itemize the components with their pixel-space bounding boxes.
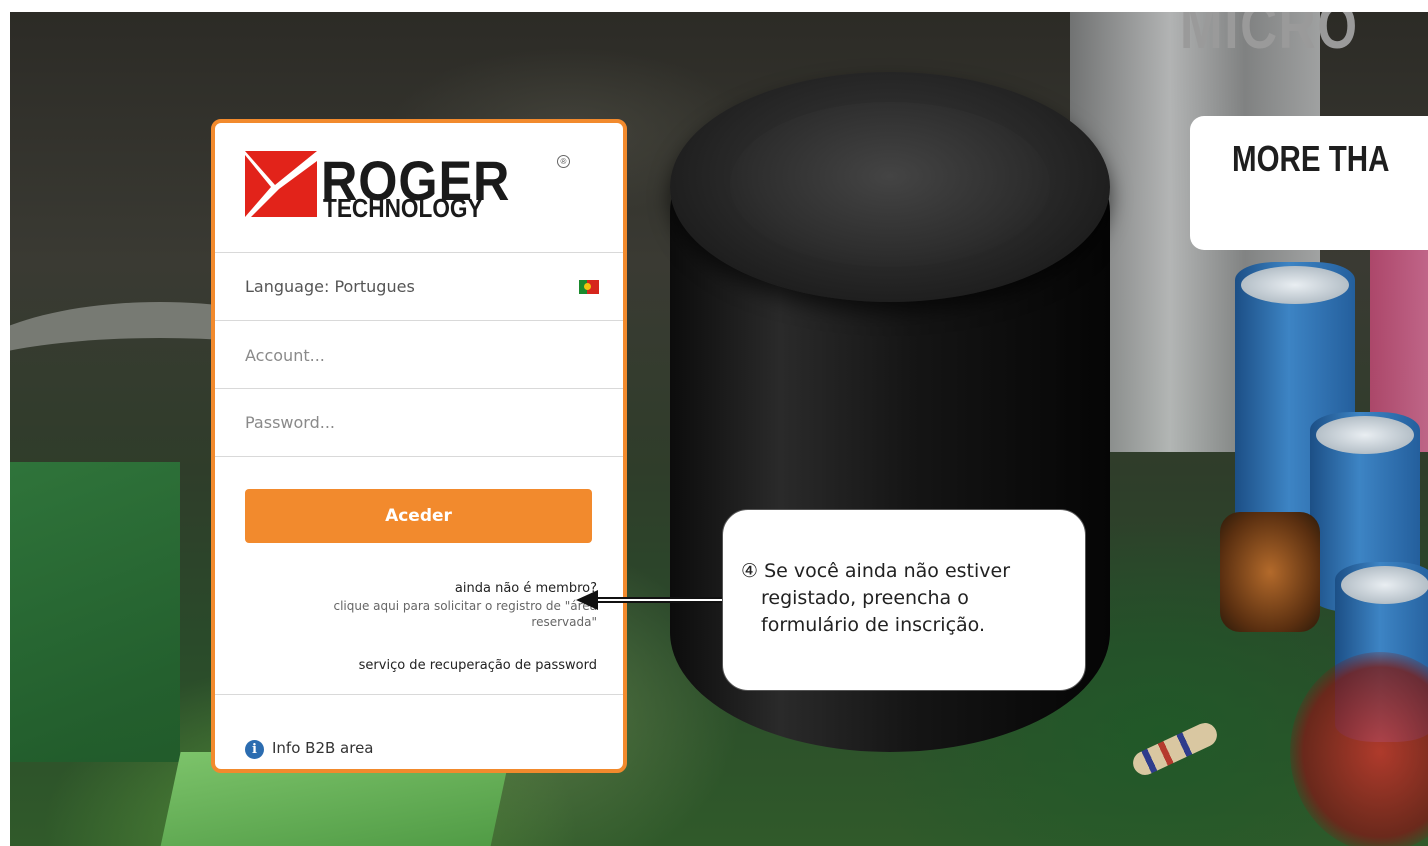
divider [215, 252, 623, 253]
login-button[interactable]: Aceder [245, 489, 592, 543]
divider [215, 456, 623, 457]
registered-mark: ® [557, 155, 570, 168]
login-card: ROGER TECHNOLOGY ® Language: Portugues A… [211, 119, 627, 773]
logo-mark-icon [245, 151, 317, 217]
password-input[interactable] [245, 405, 585, 439]
account-input[interactable] [245, 338, 585, 372]
divider [215, 320, 623, 321]
capacitor-top-decoration [670, 72, 1110, 302]
password-recovery-link[interactable]: serviço de recuperação de password [359, 658, 597, 673]
info-label: Info B2B area [272, 739, 374, 757]
divider [215, 694, 623, 695]
divider [215, 388, 623, 389]
inductor-decoration [1220, 512, 1320, 632]
annotation-text: ④ Se você ainda não estiver registado, p… [741, 560, 1011, 636]
connector-decoration [10, 462, 180, 762]
language-label: Language: Portugues [245, 277, 415, 296]
component-decoration [1290, 652, 1428, 846]
logo-subtitle: TECHNOLOGY [323, 193, 483, 223]
info-icon: i [245, 740, 264, 759]
background-brand-text: MICRO [1180, 12, 1359, 62]
register-link[interactable]: clique aqui para solicitar o registro de… [277, 598, 597, 630]
resistor-decoration [1129, 719, 1221, 779]
roger-logo: ROGER TECHNOLOGY ® [245, 149, 570, 229]
language-selector[interactable]: Language: Portugues [245, 277, 545, 296]
portugal-flag-icon[interactable] [579, 280, 599, 294]
left-arrow-icon [576, 590, 722, 610]
annotation-callout: ④ Se você ainda não estiver registado, p… [722, 509, 1086, 691]
tagline-panel: MORE THA [1190, 116, 1428, 250]
tagline-text: MORE THA [1232, 138, 1390, 179]
